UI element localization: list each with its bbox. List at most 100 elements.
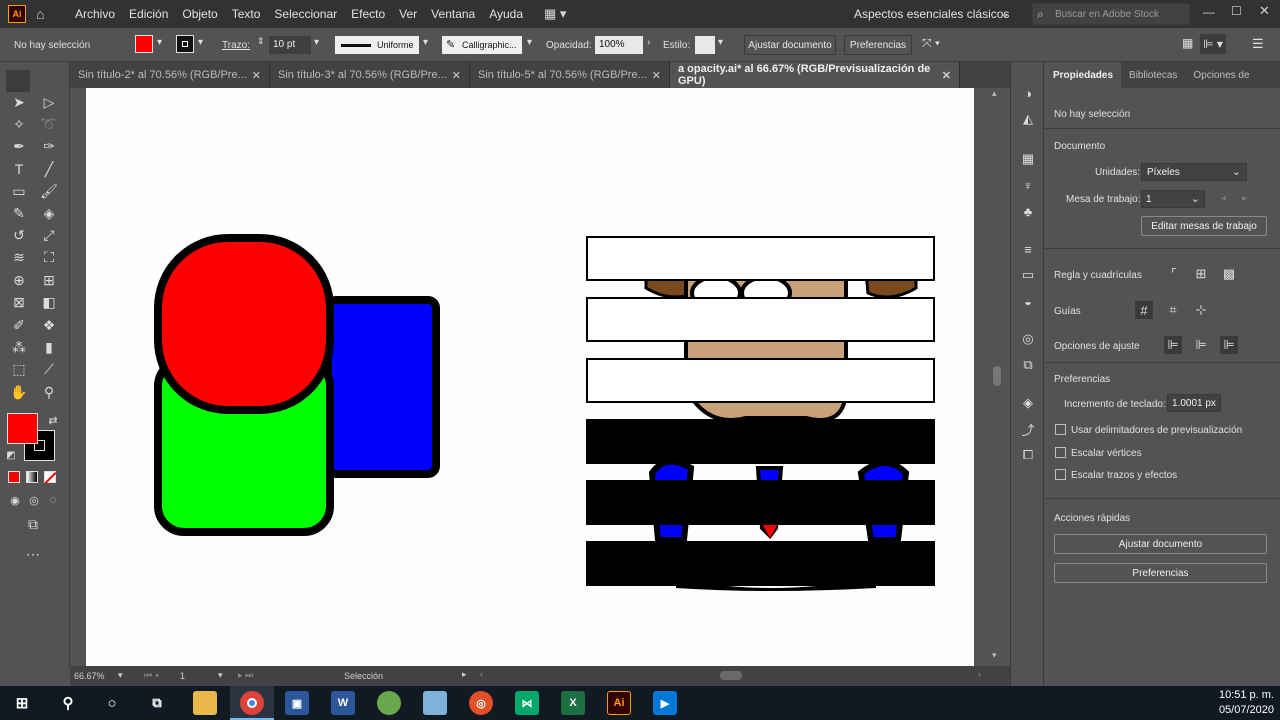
graphic-styles-icon[interactable]: ⧉ — [1018, 356, 1038, 374]
color-guide-icon[interactable]: ◑ — [1018, 84, 1038, 102]
brush-select[interactable]: ✎ Calligraphic... — [442, 36, 522, 54]
hand-tool-icon[interactable]: ✋ — [8, 382, 30, 402]
smart-guides-icon[interactable]: ⊹ — [1192, 301, 1210, 319]
fill-color-swatch[interactable] — [7, 413, 38, 444]
scroll-left-icon[interactable]: ‹ — [480, 669, 483, 679]
appearance-icon[interactable]: ◎ — [1018, 330, 1038, 348]
transform-icon[interactable]: ⤧ ▾ — [922, 36, 940, 51]
shaper-tool-icon[interactable]: ✎ — [8, 203, 30, 223]
artboard-select[interactable]: 1 ⌄ — [1141, 190, 1205, 208]
snap-to-grid-icon[interactable]: ⊫ — [1192, 336, 1210, 354]
preview-bounds-checkbox[interactable] — [1055, 424, 1066, 435]
chrome-icon[interactable] — [240, 691, 264, 715]
tab-document-2[interactable]: Sin título-2* al 70.56% (RGB/Pre... ✕ — [70, 62, 270, 88]
notes-icon[interactable] — [423, 691, 447, 715]
magic-wand-icon[interactable]: ✧ — [8, 114, 30, 134]
zoom-tool-icon[interactable]: ⚲ — [38, 382, 60, 402]
scroll-up-icon[interactable]: ▴ — [992, 88, 997, 99]
scroll-down-icon[interactable]: ▾ — [992, 650, 997, 661]
black-bar[interactable] — [586, 541, 935, 586]
warp-tool-icon[interactable]: ≋ — [8, 247, 30, 267]
menu-ayuda[interactable]: Ayuda — [482, 7, 530, 21]
export-icon[interactable]: ⤴ — [1018, 420, 1038, 438]
close-icon[interactable]: ✕ — [252, 69, 261, 82]
artboard-number[interactable]: 1 — [180, 671, 185, 681]
last-artboard-icon[interactable]: ▸ ⏭ — [238, 670, 253, 681]
artboard-tool-icon[interactable]: ⬚ — [8, 359, 30, 379]
windows-start-icon[interactable]: ⊞ — [10, 691, 34, 715]
show-guides-icon[interactable]: # — [1135, 301, 1153, 319]
scale-corners-checkbox[interactable] — [1055, 447, 1066, 458]
stroke-label[interactable]: Trazo: — [222, 40, 250, 51]
none-mode-icon[interactable] — [44, 471, 57, 485]
save-icon[interactable]: ▣ — [285, 691, 309, 715]
stroke-icon[interactable]: ≡ — [1018, 240, 1038, 258]
black-bar[interactable] — [586, 480, 935, 525]
align-icon[interactable]: ⊫ ▾ — [1200, 34, 1226, 54]
menu-edicion[interactable]: Edición — [122, 7, 175, 21]
close-button[interactable]: ✕ — [1259, 3, 1270, 19]
rulers-icon[interactable]: ⌜ — [1165, 265, 1183, 283]
preferences-panel-button[interactable]: Preferencias — [1054, 563, 1267, 583]
panel-menu-icon[interactable]: ☰ — [1252, 36, 1264, 52]
opacity-input[interactable]: 100% — [595, 36, 643, 54]
screen-mode-icon[interactable]: ⧉ — [22, 514, 44, 534]
chevron-down-icon[interactable]: ▾ — [314, 37, 319, 48]
red-rounded-shape[interactable] — [154, 234, 334, 414]
code-editor-icon[interactable]: ⋈ — [515, 691, 539, 715]
edit-artboards-button[interactable]: Editar mesas de trabajo — [1141, 216, 1267, 236]
close-icon[interactable]: ✕ — [652, 69, 661, 82]
free-transform-icon[interactable]: ⛶ — [38, 247, 60, 267]
media-icon[interactable]: ▶ — [653, 691, 677, 715]
chevron-down-icon[interactable]: ▾ — [527, 37, 532, 48]
chevron-right-icon[interactable]: ▸ — [462, 669, 467, 680]
symbol-sprayer-icon[interactable]: ⁂ — [8, 337, 30, 357]
stroke-profile-select[interactable]: Uniforme — [335, 36, 419, 54]
artboard[interactable] — [86, 88, 974, 666]
close-icon[interactable]: ✕ — [942, 69, 951, 82]
swatches-icon[interactable]: ▦ — [1018, 150, 1038, 168]
arrange-documents-icon[interactable]: ▦ ▾ — [544, 6, 566, 22]
lasso-icon[interactable]: ➰ — [38, 114, 60, 134]
white-bar[interactable] — [586, 358, 935, 403]
lock-guides-icon[interactable]: ⌗ — [1164, 301, 1182, 319]
clock-time[interactable]: 10:51 p. m. — [1208, 689, 1274, 701]
mesh-tool-icon[interactable]: ⊠ — [8, 292, 30, 312]
stock-search[interactable]: ⌕ Buscar en Adobe Stock — [1032, 3, 1190, 25]
excel-icon[interactable]: X — [561, 691, 585, 715]
blue-rectangle[interactable] — [324, 296, 440, 478]
preferences-button[interactable]: Preferencias — [844, 35, 912, 55]
slice-tool-icon[interactable]: ⟋ — [38, 359, 60, 379]
horizontal-scroll-thumb[interactable] — [720, 671, 742, 680]
snap-to-pixel-icon[interactable]: ⊫ — [1220, 336, 1238, 354]
perspective-grid-icon[interactable]: ⊞ — [38, 270, 60, 290]
stroke-swatch[interactable] — [176, 35, 194, 53]
layers-icon[interactable]: ◈ — [1018, 394, 1038, 412]
gradient-icon[interactable]: ▭ — [1018, 266, 1038, 284]
direct-selection-tool-icon[interactable]: ▷ — [38, 92, 60, 112]
type-tool-icon[interactable]: T — [8, 159, 30, 179]
menu-texto[interactable]: Texto — [225, 7, 268, 21]
units-select[interactable]: Píxeles ⌄ — [1141, 163, 1247, 181]
selection-tool-icon[interactable]: ➤ — [8, 92, 30, 112]
chevron-down-icon[interactable]: ▾ — [423, 37, 428, 48]
chevron-right-icon[interactable]: › — [647, 37, 650, 48]
style-swatch[interactable] — [695, 36, 715, 54]
tab-document-5[interactable]: Sin título-5* al 70.56% (RGB/Pre... ✕ — [470, 62, 670, 88]
white-bar[interactable] — [586, 236, 935, 281]
clock-date[interactable]: 05/07/2020 — [1208, 704, 1274, 716]
fit-document-button[interactable]: Ajustar documento — [744, 35, 836, 55]
swap-colors-icon[interactable]: ⇄ — [42, 410, 64, 430]
menu-efecto[interactable]: Efecto — [344, 7, 392, 21]
chevron-down-icon[interactable]: ▾ — [718, 37, 723, 48]
creative-cloud-icon[interactable]: ◎ — [469, 691, 493, 715]
image-trace-icon[interactable]: ◭ — [1018, 110, 1038, 128]
shape-builder-icon[interactable]: ⊕ — [8, 270, 30, 290]
pixel-grid-icon[interactable]: ▩ — [1220, 265, 1238, 283]
app-icon[interactable] — [377, 691, 401, 715]
snap-to-point-icon[interactable]: ⊫ — [1164, 336, 1182, 354]
artboards-icon[interactable]: ⧠ — [1018, 446, 1038, 464]
menu-ventana[interactable]: Ventana — [424, 7, 482, 21]
file-explorer-icon[interactable] — [193, 691, 217, 715]
eraser-icon[interactable]: ◈ — [38, 203, 60, 223]
